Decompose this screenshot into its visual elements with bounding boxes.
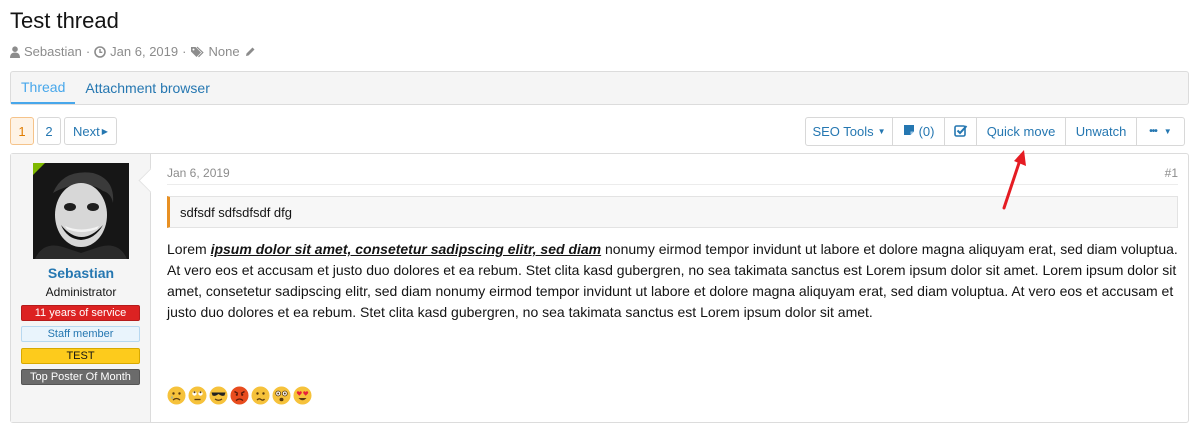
tab-thread[interactable]: Thread [11,72,76,104]
seo-tools-button[interactable]: SEO Tools ▼ [806,118,893,145]
post-body-emphasis: ipsum dolor sit amet, consetetur sadipsc… [210,241,602,257]
more-dots-icon: ••• [1149,126,1157,137]
post-body-lead: Lorem [167,241,211,257]
user-icon [10,45,20,58]
post-number[interactable]: #1 [1165,166,1178,180]
page-2-button[interactable]: 2 [37,117,61,145]
tab-attachment-browser[interactable]: Attachment browser [75,72,220,104]
sunglasses-face-icon [209,386,228,405]
post-body: Lorem ipsum dolor sit amet, consetetur s… [167,239,1178,323]
seo-tools-label: SEO Tools [812,124,874,139]
banner-top-poster: Top Poster Of Month [21,369,140,385]
unwatch-button[interactable]: Unwatch [1066,118,1137,145]
page-1-button[interactable]: 1 [10,117,34,145]
heart-eyes-face-icon [293,386,312,405]
meta-separator: · [182,44,187,59]
quick-move-button[interactable]: Quick move [977,118,1066,145]
thread-tags: None [208,44,240,59]
thread-date[interactable]: Jan 6, 2019 [110,44,178,59]
moderate-checkbox-button[interactable] [945,118,977,145]
dizzy-face-icon [272,386,291,405]
user-title: Administrator [45,285,117,299]
banner-staff-member: Staff member [21,326,140,342]
thread-action-bar: SEO Tools ▼ (0) Quick move Unwatch ••• ▼ [805,117,1185,146]
thread-meta: Sebastian · Jan 6, 2019 · None [10,44,256,59]
online-indicator [33,163,45,175]
bookmark-count: (0) [918,124,935,139]
next-label: Next [73,123,100,139]
clock-icon [94,45,106,58]
caret-down-icon: ▼ [877,127,886,136]
bookmark-button[interactable]: (0) [893,118,945,145]
thread-title: Test thread [10,8,119,33]
eye-roll-face-icon [188,386,207,405]
next-page-button[interactable]: Next ▶ [64,117,117,145]
banner-test: TEST [21,348,140,364]
post-date[interactable]: Jan 6, 2019 [167,166,230,180]
confused-face-icon [251,386,270,405]
banner-years-of-service: 11 years of service [21,305,140,321]
meta-separator: · [85,44,91,59]
post-quote: sdfsdf sdfsdfsdf dfg [167,196,1178,228]
more-options-button[interactable]: ••• ▼ [1137,118,1184,145]
caret-down-icon: ▼ [1163,127,1172,136]
pagination: 1 2 Next ▶ [10,117,117,145]
post-author[interactable]: Sebastian [11,265,151,281]
thread-author[interactable]: Sebastian [24,44,82,59]
caret-right-icon: ▶ [101,126,108,136]
quote-text: sdfsdf sdfsdfsdf dfg [180,204,293,220]
tags-icon [190,46,205,58]
thread-tabs: Thread Attachment browser [10,71,1189,105]
post-header-divider [167,184,1178,185]
post: Sebastian Administrator 11 years of serv… [10,153,1189,423]
avatar[interactable] [33,163,129,259]
crying-face-icon [167,386,186,405]
post-user-column: Sebastian Administrator 11 years of serv… [11,154,151,422]
angry-face-icon [230,386,249,405]
edit-tags-icon[interactable] [244,46,256,58]
check-square-icon [953,124,968,140]
bookmark-icon [903,124,915,139]
emoji-row [167,386,312,405]
